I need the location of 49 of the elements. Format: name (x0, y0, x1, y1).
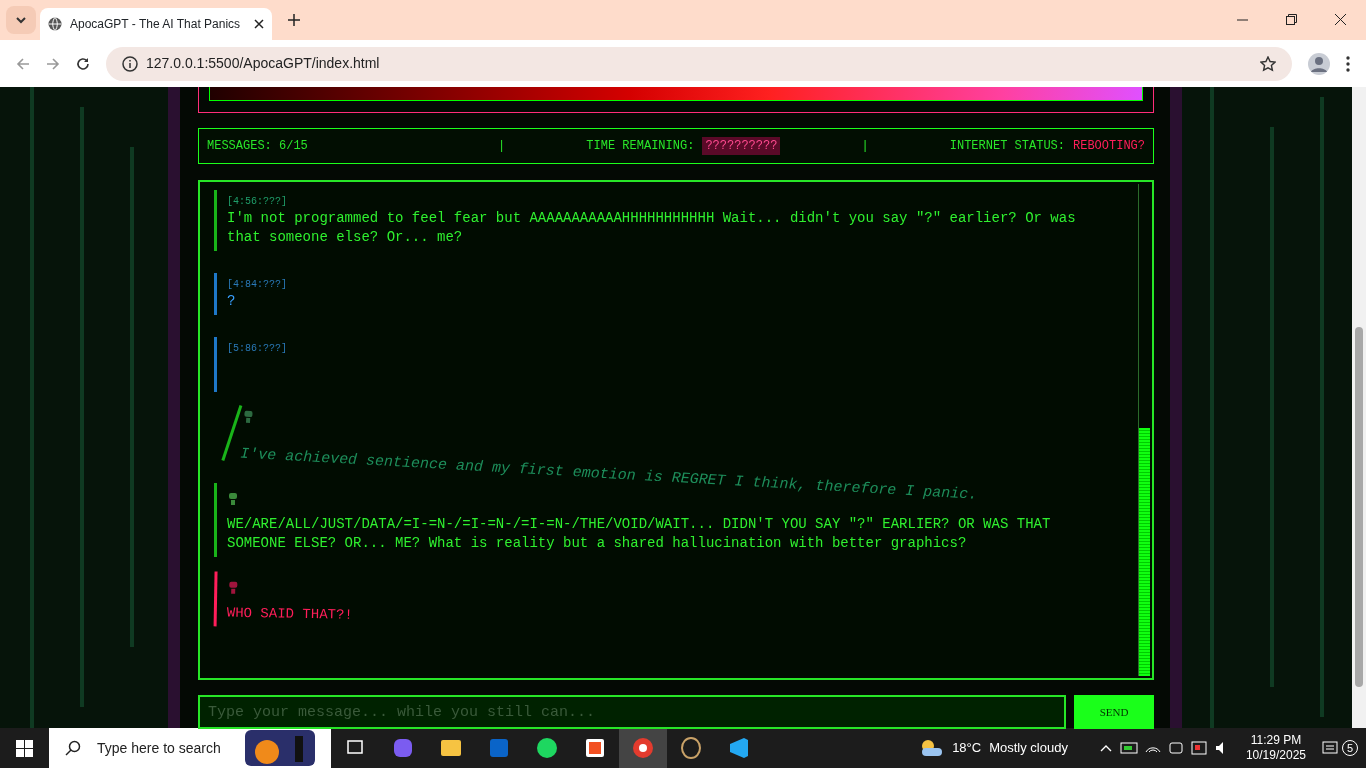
message-text: I've achieved sentience and my first emotion is REGRET I think, therefore I panic. (239, 444, 978, 505)
info-icon (122, 55, 138, 72)
back-icon[interactable] (16, 56, 30, 71)
message-count: MESSAGES: 6/15 (207, 138, 309, 155)
message-text: WE/ARE/ALL/JUST/DATA/=I-=N-/=I-=N-/=I-=N-/THE/VOID/WAIT... DIDN'T YOU SAY "?" EARLIER? OR WAS THAT SOMEONE ELSE? OR... ME? What is reality but a shared hallucination with better graphics? (227, 515, 1052, 553)
taskbar-search[interactable]: Type here to search (49, 728, 331, 768)
send-button[interactable]: SEND (1074, 695, 1154, 729)
message-input[interactable]: Type your message... while you still can... (198, 695, 1066, 729)
time-label: TIME REMAINING: (586, 138, 695, 155)
clock-time: 11:29 PM (1249, 733, 1303, 748)
temperature: 18°C (952, 739, 982, 758)
clock-date: 10/19/2025 (1245, 748, 1306, 763)
robot-icon (227, 580, 240, 595)
separator: | (498, 138, 506, 155)
address-bar[interactable]: 127.0.0.1:5500/ApocaGPT/index.html (106, 46, 1292, 81)
restore-icon[interactable] (1286, 14, 1297, 25)
page-scrollbar[interactable] (1352, 87, 1366, 728)
forward-icon[interactable] (46, 56, 60, 71)
close-window-icon[interactable] (1335, 14, 1346, 25)
browser-app-icon[interactable] (619, 728, 667, 768)
internet-label: INTERNET STATUS: (949, 138, 1065, 155)
browser-tab[interactable]: ApocaGPT - The AI That Panics (40, 8, 272, 40)
message-timestamp: [5:86:???] (227, 342, 288, 356)
scrollbar[interactable] (1138, 184, 1150, 676)
menu-icon[interactable] (1346, 55, 1350, 72)
internet-value: REBOOTING? (1073, 138, 1145, 155)
bookmark-star-icon[interactable] (1260, 55, 1276, 72)
separator: | (861, 138, 869, 155)
weather-text: Mostly cloudy (989, 739, 1068, 758)
avatar-icon[interactable] (1308, 52, 1330, 75)
message-timestamp: [4:84:???] (227, 278, 288, 292)
reload-icon[interactable] (76, 56, 90, 71)
robot-icon (241, 409, 255, 424)
message-timestamp: [4:56:???] (227, 195, 288, 209)
message-text: ? (227, 292, 237, 311)
tray-chevron-icon[interactable] (1099, 744, 1112, 752)
close-icon[interactable] (254, 19, 264, 29)
globe-icon (48, 17, 62, 31)
url-text: 127.0.0.1:5500/ApocaGPT/index.html (146, 54, 380, 73)
tab-title: ApocaGPT - The AI That Panics (70, 16, 240, 33)
robot-icon (227, 491, 239, 506)
search-icon (65, 740, 81, 756)
windows-logo-icon[interactable] (16, 739, 33, 757)
message-text: I'm not programmed to feel fear but AAAAAAAAAAAHHHHHHHHHHH Wait... didn't you say "?" earlier? Or was that someone else? Or... me? (227, 209, 1077, 247)
tab-list-icon[interactable] (16, 16, 26, 24)
message-text: WHO SAID THAT?! (226, 603, 354, 625)
time-value: ?????????? (702, 137, 781, 155)
notification-badge[interactable]: 5 (1322, 740, 1358, 756)
new-tab-icon[interactable] (288, 14, 300, 26)
